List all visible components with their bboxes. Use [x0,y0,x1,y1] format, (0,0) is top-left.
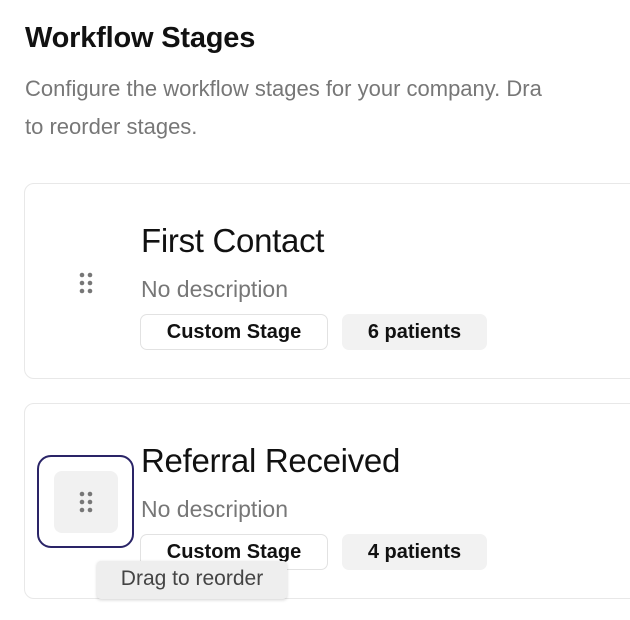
stage-description: No description [141,496,289,522]
page-subtitle-line-2: to reorder stages. [25,114,198,139]
stage-description: No description [141,276,289,302]
stage-name: First Contact [141,222,325,259]
grip-vertical-icon [79,491,93,513]
page-subtitle-line-1: Configure the workflow stages for your c… [25,76,542,101]
drag-handle[interactable] [54,471,118,533]
workflow-stages-page: Workflow Stages Configure the workflow s… [0,0,630,620]
stage-name: Referral Received [141,442,401,479]
patient-count-badge: 4 patients [342,534,487,570]
drag-tooltip: Drag to reorder [97,561,287,599]
grip-vertical-icon [79,272,93,294]
patient-count-badge: 6 patients [342,314,487,350]
page-subtitle: Configure the workflow stages for your c… [25,70,630,146]
page-title: Workflow Stages [25,22,256,54]
stage-type-badge: Custom Stage [140,314,328,350]
drag-handle[interactable] [54,252,118,314]
